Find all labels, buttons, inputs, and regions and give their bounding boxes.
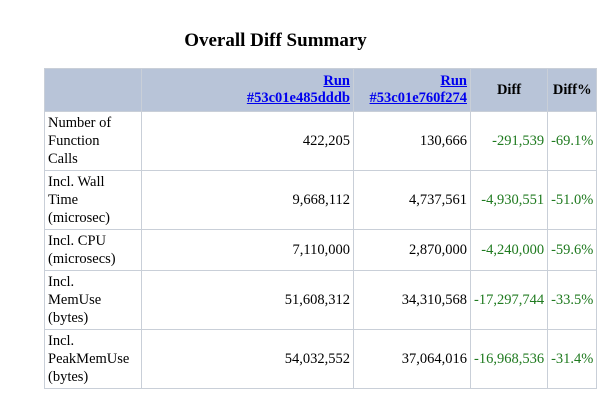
table-row: Incl. PeakMemUse (bytes) 54,032,552 37,0… [44,329,598,389]
run1-id: #53c01e485dddb [246,90,350,106]
diff-summary-table: Run #53c01e485dddb Run #53c01e760f274 Di… [44,68,598,389]
run2-value: 37,064,016 [353,329,471,389]
diff-pct-value: -69.1% [547,111,598,171]
row-label-line: Calls [48,151,78,167]
run1-value: 7,110,000 [141,229,354,271]
diff-value: -16,968,536 [469,329,549,389]
header-diff: Diff [469,68,549,112]
diff-value: -4,240,000 [469,229,549,271]
run2-id: #53c01e760f274 [369,90,467,106]
header-diff-pct: Diff% [547,68,598,112]
table-row: Incl. Wall Time (microsec) 9,668,112 4,7… [44,170,598,230]
row-label-line: Incl. CPU [48,233,106,249]
row-label-line: Function [48,133,100,149]
row-label-line: Incl. [48,274,75,290]
run1-value: 51,608,312 [141,270,354,330]
diff-pct-value: -59.6% [547,229,598,271]
diff-pct-value: -33.5% [547,270,598,330]
run2-value: 4,737,561 [353,170,471,230]
table-row: Incl. MemUse (bytes) 51,608,312 34,310,5… [44,270,598,330]
run2-value: 2,870,000 [353,229,471,271]
row-label-line: PeakMemUse [48,351,130,367]
header-corner-cell [44,68,142,112]
row-label: Number of Function Calls [44,111,142,171]
row-label-line: (bytes) [48,369,89,385]
row-label-line: Incl. [48,333,75,349]
table-row: Number of Function Calls 422,205 130,666… [44,111,598,171]
diff-value: -4,930,551 [469,170,549,230]
row-label-line: Incl. Wall [48,174,105,190]
row-label-line: (bytes) [48,310,89,326]
row-label-line: MemUse [48,292,102,308]
table-header-row: Run #53c01e485dddb Run #53c01e760f274 Di… [44,68,598,112]
diff-pct-value: -51.0% [547,170,598,230]
row-label: Incl. MemUse (bytes) [44,270,142,330]
row-label-line: (microsecs) [48,251,116,267]
table-row: Incl. CPU (microsecs) 7,110,000 2,870,00… [44,229,598,271]
row-label: Incl. Wall Time (microsec) [44,170,142,230]
run1-value: 422,205 [141,111,354,171]
row-label: Incl. CPU (microsecs) [44,229,142,271]
run1-value: 54,032,552 [141,329,354,389]
diff-value: -17,297,744 [469,270,549,330]
run1-value: 9,668,112 [141,170,354,230]
run2-value: 34,310,568 [353,270,471,330]
row-label-line: (microsec) [48,210,110,226]
header-run2: Run #53c01e760f274 [353,68,471,112]
run1-link[interactable]: Run #53c01e485dddb [247,73,350,106]
row-label: Incl. PeakMemUse (bytes) [44,329,142,389]
run2-value: 130,666 [353,111,471,171]
row-label-line: Time [48,192,79,208]
page-title: Overall Diff Summary [184,30,367,51]
header-run1: Run #53c01e485dddb [141,68,354,112]
run2-link[interactable]: Run #53c01e760f274 [370,73,467,106]
diff-pct-value: -31.4% [547,329,598,389]
run1-label: Run [323,73,350,89]
diff-value: -291,539 [469,111,549,171]
run2-label: Run [440,73,467,89]
row-label-line: Number of [48,115,112,131]
